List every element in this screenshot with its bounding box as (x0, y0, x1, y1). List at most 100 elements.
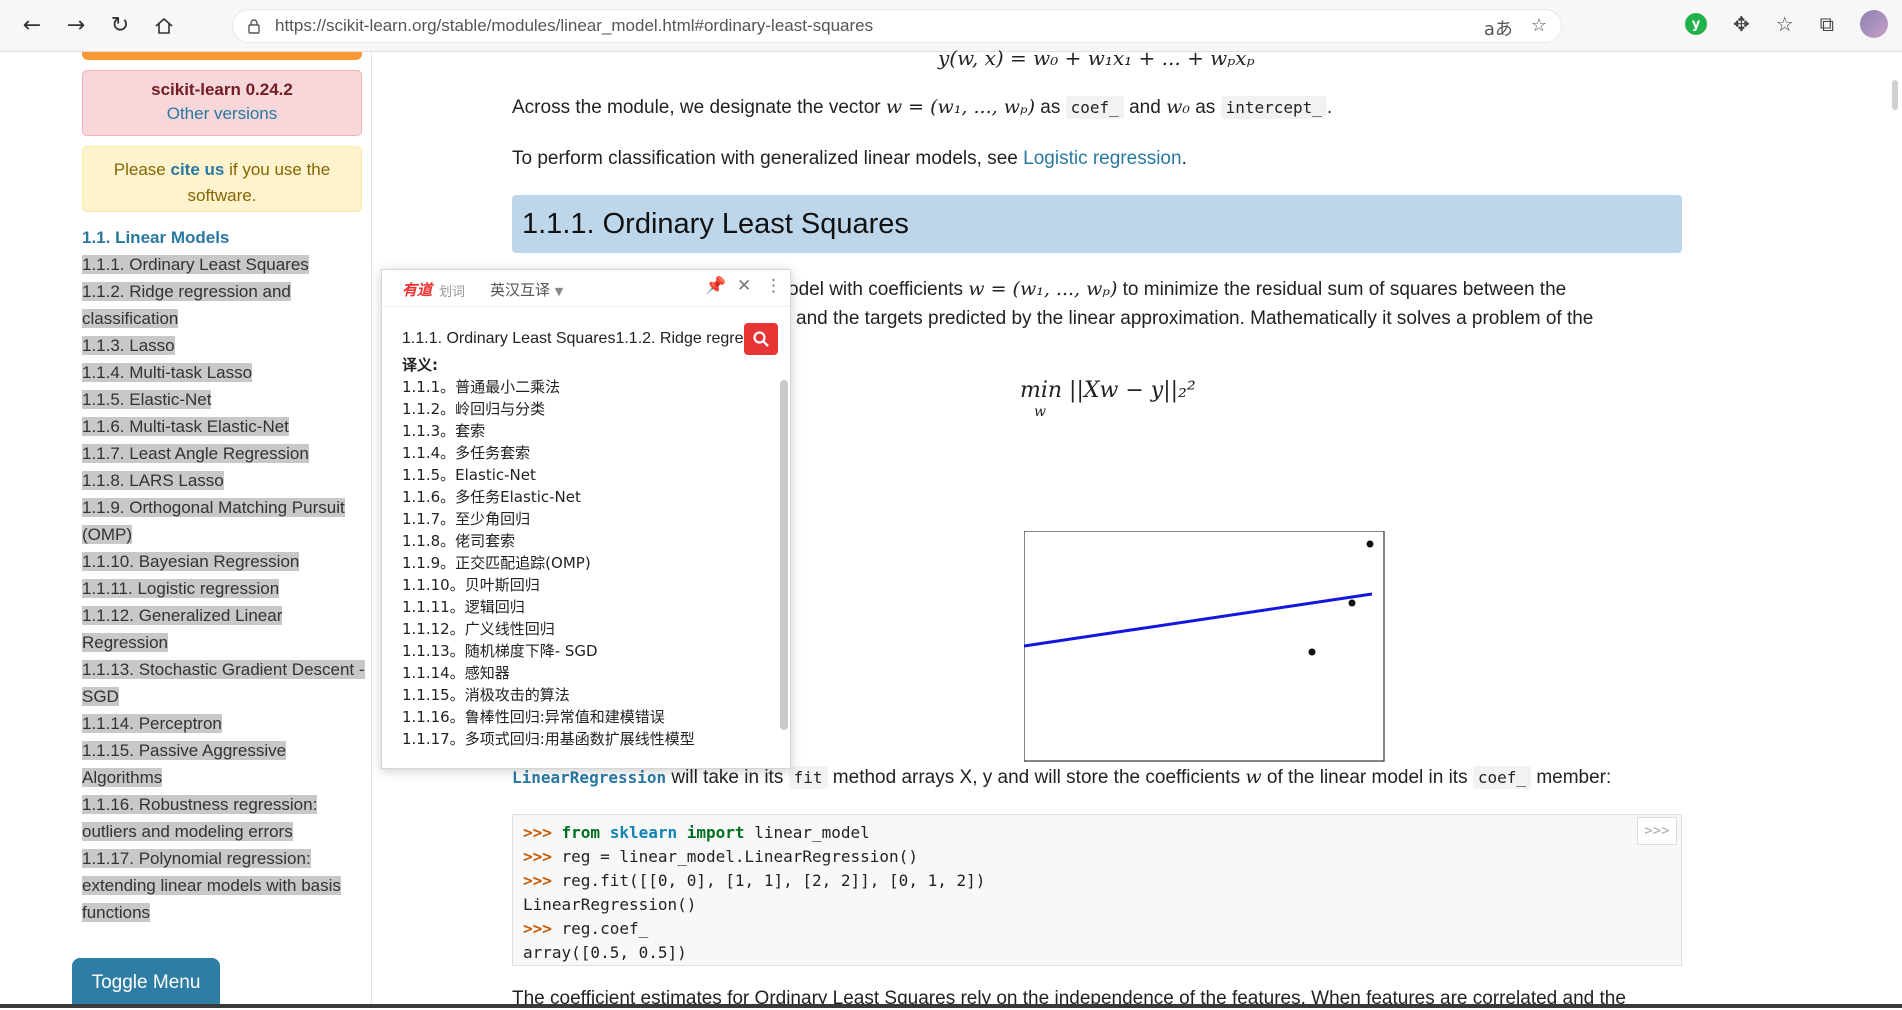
translation-line: 1.1.5。Elastic-Net (402, 466, 536, 484)
toc-item[interactable]: 1.1.7. Least Angle Regression (82, 440, 367, 467)
translation-line: 1.1.15。消极攻击的算法 (402, 686, 570, 704)
other-versions-link[interactable]: Other versions (83, 104, 361, 124)
collections-icon[interactable]: ⧉ (1820, 12, 1834, 36)
extensions-icon[interactable]: ✥ (1733, 12, 1750, 36)
table-of-contents: 1.1. Linear Models 1.1.1. Ordinary Least… (82, 224, 367, 926)
paragraph-fit: LinearRegression will take in its fit me… (512, 766, 1612, 789)
section-heading: 1.1.1. Ordinary Least Squares (512, 195, 1682, 253)
toc-item[interactable]: 1.1.6. Multi-task Elastic-Net (82, 413, 367, 440)
translation-line: 1.1.14。感知器 (402, 664, 510, 682)
linear-model-equation: y(w, x) = w₀ + w₁x₁ + ... + wₚxₚ (938, 46, 1255, 70)
translate-query-input[interactable]: 1.1.1. Ordinary Least Squares1.1.2. Ridg… (396, 324, 748, 354)
download-banner-edge (82, 52, 362, 60)
math-w-vector-2: w = (w₁, ..., wₚ) (968, 278, 1118, 300)
refresh-button[interactable]: ↻ (100, 6, 140, 46)
popup-subtitle: 划词 (439, 285, 466, 300)
toc-item[interactable]: 1.1.1. Ordinary Least Squares (82, 251, 367, 278)
ols-example-plot (1024, 531, 1385, 762)
data-point (1308, 648, 1316, 656)
min-equation: min ||Xw − y||₂² w (1020, 378, 1196, 420)
code-line: >>> reg.coef_ (523, 919, 649, 938)
code-line: >>> reg.fit([[0, 0], [1, 1], [2, 2]], [0… (523, 871, 986, 890)
toc-item[interactable]: 1.1.10. Bayesian Regression (82, 548, 367, 575)
close-icon[interactable]: ✕ (737, 276, 751, 296)
code-coef-2: coef_ (1472, 766, 1532, 789)
caret-down-icon: ▼ (554, 285, 564, 298)
toc-item[interactable]: 1.1.12. Generalized Linear Regression (82, 602, 367, 656)
code-example: >>> >>> from sklearn import linear_model… (512, 814, 1682, 966)
copy-prompt-toggle[interactable]: >>> (1637, 817, 1677, 845)
favorites-icon[interactable]: ☆ (1776, 12, 1794, 36)
toc-item[interactable]: 1.1.3. Lasso (82, 332, 367, 359)
page-scrollbar-thumb[interactable] (1892, 80, 1898, 110)
toc-item[interactable]: 1.1.15. Passive Aggressive Algorithms (82, 737, 367, 791)
sidebar: scikit-learn 0.24.2 Other versions Pleas… (0, 52, 372, 1008)
toc-item[interactable]: 1.1.2. Ridge regression and classificati… (82, 278, 367, 332)
pin-icon[interactable]: 📌 (705, 276, 726, 296)
back-button[interactable]: ← (12, 6, 52, 46)
address-bar[interactable]: https://scikit-learn.org/stable/modules/… (232, 9, 1562, 43)
translation-result: 译义: 1.1.1。普通最小二乘法 1.1.2。岭回归与分类 1.1.3。套索 … (402, 354, 782, 750)
translation-line: 1.1.7。至少角回归 (402, 510, 531, 528)
translation-line: 1.1.10。贝叶斯回归 (402, 576, 540, 594)
toc-item[interactable]: 1.1.13. Stochastic Gradient Descent - SG… (82, 656, 367, 710)
math-w0: w₀ (1166, 96, 1190, 118)
toc-item[interactable]: 1.1.4. Multi-task Lasso (82, 359, 367, 386)
forward-button[interactable]: → (56, 6, 96, 46)
regression-line (1024, 592, 1373, 648)
youdao-extension-icon[interactable]: y (1685, 13, 1708, 35)
arrow-left-icon: ← (22, 13, 42, 38)
translation-line: 1.1.1。普通最小二乘法 (402, 378, 561, 396)
toggle-menu-button[interactable]: Toggle Menu (72, 958, 220, 1008)
code-line: LinearRegression() (523, 895, 697, 914)
read-aloud-icon[interactable]: aあ (1484, 15, 1513, 41)
toc-item[interactable]: 1.1.8. LARS Lasso (82, 467, 367, 494)
translation-line: 1.1.9。正交匹配追踪(OMP) (402, 554, 591, 572)
section-title: 1.1.1. Ordinary Least Squares (522, 207, 909, 240)
translate-mode-select[interactable]: 英汉互译 ▼ (490, 279, 563, 300)
home-icon (155, 17, 173, 34)
cite-box: Please cite us if you use the software. (82, 146, 362, 212)
version-box: scikit-learn 0.24.2 Other versions (82, 70, 362, 136)
toc-item[interactable]: 1.1.17. Polynomial regression: extending… (82, 845, 367, 926)
toc-item[interactable]: 1.1.11. Logistic regression (82, 575, 367, 602)
plot-frame (1024, 531, 1385, 762)
toc-item[interactable]: 1.1.14. Perceptron (82, 710, 367, 737)
paragraph-classification: To perform classification with generaliz… (512, 148, 1187, 169)
search-icon (753, 331, 769, 347)
refresh-icon: ↻ (110, 13, 130, 38)
translation-line: 1.1.17。多项式回归:用基函数扩展线性模型 (402, 730, 695, 748)
more-icon[interactable]: ⋮ (765, 276, 782, 296)
toc-item[interactable]: 1.1.9. Orthogonal Matching Pursuit (OMP) (82, 494, 367, 548)
toc-head-link[interactable]: 1.1. Linear Models (82, 224, 367, 251)
data-point (1366, 540, 1374, 548)
browser-toolbar: ← → ↻ https://scikit-learn.org/stable/mo… (0, 0, 1902, 52)
toc-item[interactable]: 1.1.16. Robustness regression: outliers … (82, 791, 367, 845)
cite-us-link[interactable]: cite us (171, 160, 225, 179)
arrow-right-icon: → (66, 13, 86, 38)
linearregression-link[interactable]: LinearRegression (512, 768, 666, 787)
translate-search-button[interactable] (744, 323, 778, 355)
paragraph-coef: Across the module, we designate the vect… (512, 96, 1333, 119)
translation-line: 1.1.13。随机梯度下降- SGD (402, 642, 598, 660)
translation-line: 1.1.8。佬司套索 (402, 532, 516, 550)
youdao-logo: 有道 (402, 281, 433, 299)
logistic-regression-link[interactable]: Logistic regression (1023, 148, 1181, 169)
profile-avatar[interactable] (1860, 10, 1888, 38)
taskbar-edge (0, 1004, 1902, 1008)
home-button[interactable] (144, 6, 184, 46)
math-w-vector: w = (w₁, ..., wₚ) (885, 96, 1035, 118)
lock-icon (248, 19, 260, 34)
translation-head: 译义: (402, 356, 438, 374)
version-label: scikit-learn 0.24.2 (151, 80, 293, 99)
data-point (1348, 599, 1356, 607)
code-coef: coef_ (1065, 96, 1124, 119)
popup-scrollbar-thumb[interactable] (780, 380, 788, 730)
toc-item[interactable]: 1.1.5. Elastic-Net (82, 386, 367, 413)
translation-line: 1.1.16。鲁棒性回归:异常值和建模错误 (402, 708, 665, 726)
cite-pre: Please (113, 160, 166, 179)
code-line: >>> reg = linear_model.LinearRegression(… (523, 847, 918, 866)
popup-header: 有道 划词 英汉互译 ▼ 📌 ✕ ⋮ (382, 270, 790, 307)
translation-line: 1.1.4。多任务套索 (402, 444, 531, 462)
favorite-add-icon[interactable]: ☆ (1531, 15, 1547, 41)
